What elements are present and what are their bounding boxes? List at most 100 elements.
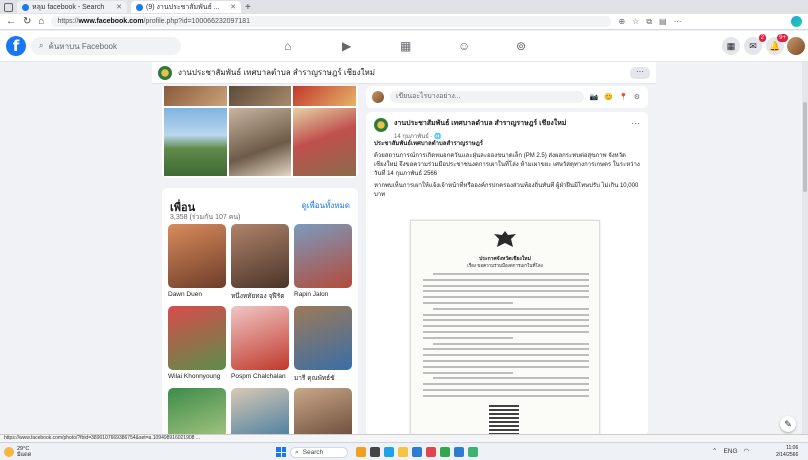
- garuda-emblem-icon: [494, 231, 516, 247]
- word-app-icon[interactable]: [412, 447, 422, 457]
- watch-nav-icon[interactable]: ▶: [342, 39, 351, 53]
- friend-photo[interactable]: [294, 224, 352, 288]
- friend-photo[interactable]: [168, 224, 226, 288]
- edge-copilot-icon[interactable]: [791, 16, 802, 27]
- photo-thumb[interactable]: [293, 86, 356, 106]
- gaming-nav-icon[interactable]: ⊚: [516, 39, 526, 53]
- close-icon[interactable]: ✕: [116, 3, 122, 11]
- back-icon[interactable]: ←: [6, 16, 16, 27]
- photo-thumb[interactable]: [293, 108, 356, 176]
- post-more-button[interactable]: ···: [631, 118, 640, 128]
- search-tab-favicon-icon: [22, 3, 29, 11]
- friends-count: 3,358 (ร่วมกัน 107 คน): [170, 214, 241, 221]
- friend-photo[interactable]: [168, 306, 226, 370]
- marketplace-nav-icon[interactable]: ▦: [400, 39, 411, 53]
- collections-icon[interactable]: ▤: [659, 17, 667, 26]
- windows-taskbar: 29°C มีแดด ⌕ Search ⌃ ENG ◠ 11:06 2/14/2…: [0, 442, 808, 460]
- tab-search[interactable]: หลุม facebook - Search ✕: [17, 1, 127, 13]
- status-bar-url: https://www.facebook.com/photo/?fbid=389…: [0, 434, 808, 442]
- extensions-icon[interactable]: ⧉: [646, 17, 652, 27]
- home-nav-icon[interactable]: ⌂: [284, 39, 291, 53]
- favorites-star-icon[interactable]: ☆: [632, 17, 639, 26]
- account-avatar[interactable]: [787, 37, 805, 55]
- facebook-search-input[interactable]: ⌕ ค้นหาบน Facebook: [31, 37, 181, 55]
- friend-name[interactable]: มารี คุณพัทธ์ชั: [294, 373, 352, 383]
- announcement-document-image[interactable]: ประกาศจังหวัดเชียงใหม่ เรื่อง ขอความร่วม…: [410, 220, 600, 436]
- menu-grid-icon[interactable]: ▦: [722, 37, 740, 55]
- page-title[interactable]: งานประชาสัมพันธ์ เทศบาลตำบล สำราญราษฎร์ …: [178, 66, 375, 79]
- see-all-friends-link[interactable]: ดูเพื่อนทั้งหมด: [302, 199, 350, 212]
- friend-photo[interactable]: [231, 224, 289, 288]
- friend-item[interactable]: มารี คุณพัทธ์ชั: [294, 306, 352, 384]
- photo-thumb[interactable]: [228, 86, 292, 106]
- post-page-name[interactable]: งานประชาสัมพันธ์ เทศบาลตำบล สำราญราษฎร์ …: [394, 118, 566, 129]
- messenger-icon[interactable]: ✉ 2: [744, 34, 766, 55]
- clock[interactable]: 11:06 2/14/2566: [776, 445, 798, 459]
- document-text-line: [423, 290, 589, 293]
- line-app-icon[interactable]: [468, 447, 478, 457]
- friend-photo[interactable]: [294, 388, 352, 438]
- task-view-icon[interactable]: [370, 447, 380, 457]
- app-icon[interactable]: [426, 447, 436, 457]
- friend-name[interactable]: หนึ่งหทัยทอง จุฬีรัต: [231, 291, 289, 301]
- composer-tools-icon[interactable]: 📷 😊 📍 ⚙: [590, 93, 642, 101]
- windows-start-icon[interactable]: [276, 447, 286, 457]
- friend-photo[interactable]: [231, 388, 289, 438]
- tab-profile[interactable]: (9) งานประชาสัมพันธ์ ... ✕: [131, 1, 241, 13]
- notifications-badge: 9+: [777, 34, 788, 42]
- friend-item[interactable]: [168, 388, 226, 438]
- groups-nav-icon[interactable]: ☺: [458, 39, 470, 53]
- post-page-avatar[interactable]: [374, 118, 388, 132]
- excel-app-icon[interactable]: [440, 447, 450, 457]
- friend-photo[interactable]: [168, 388, 226, 438]
- friend-name[interactable]: Dawn Duen: [168, 291, 226, 298]
- photo-thumb[interactable]: [228, 108, 292, 176]
- search-icon: ⌕: [295, 448, 299, 456]
- scrollbar-thumb[interactable]: [803, 102, 807, 192]
- zoom-icon[interactable]: ⊕: [618, 17, 625, 26]
- facebook-logo-icon[interactable]: f: [6, 36, 26, 56]
- friend-name[interactable]: Wilai Khonnyoung: [168, 373, 226, 380]
- friend-item[interactable]: [294, 388, 352, 438]
- friend-name[interactable]: Pospm Chalchalan: [231, 373, 289, 380]
- messenger-badge: 2: [758, 34, 766, 42]
- weather-widget[interactable]: 29°C มีแดด: [4, 446, 31, 458]
- new-tab-icon[interactable]: +: [245, 2, 251, 13]
- browser-tab-bar: หลุม facebook - Search ✕ (9) งานประชาสัม…: [0, 0, 808, 14]
- refresh-icon[interactable]: ↻: [23, 16, 31, 27]
- document-text-line: [423, 354, 589, 357]
- profile-more-button[interactable]: ···: [630, 66, 650, 79]
- friend-item[interactable]: Wilai Khonnyoung: [168, 306, 226, 384]
- document-text-line: [433, 273, 589, 275]
- url-path: /profile.php?id=100066232097181: [143, 18, 251, 25]
- friend-name[interactable]: Rapin Jalon: [294, 291, 352, 298]
- home-icon[interactable]: ⌂: [38, 16, 44, 27]
- friend-item[interactable]: Pospm Chalchalan: [231, 306, 289, 384]
- friend-item[interactable]: Rapin Jalon: [294, 224, 352, 302]
- photo-thumb[interactable]: [164, 108, 227, 176]
- file-explorer-icon[interactable]: [398, 447, 408, 457]
- search-placeholder: ค้นหาบน Facebook: [48, 41, 117, 51]
- friend-photo[interactable]: [231, 306, 289, 370]
- photo-thumb[interactable]: [164, 86, 227, 106]
- close-icon[interactable]: ✕: [230, 3, 236, 11]
- browser-menu-icon[interactable]: ···: [674, 17, 682, 26]
- notifications-bell-icon[interactable]: 🔔 9+: [766, 34, 788, 55]
- taskbar-search[interactable]: ⌕ Search: [290, 447, 348, 458]
- edit-message-button[interactable]: ✎: [780, 416, 796, 432]
- friend-item[interactable]: [231, 388, 289, 438]
- url-field[interactable]: https://www.facebook.com/profile.php?id=…: [51, 16, 612, 27]
- window-menu-icon[interactable]: [4, 2, 13, 12]
- friend-photo[interactable]: [294, 306, 352, 370]
- tray-arrow-icon[interactable]: ⌃: [712, 447, 717, 455]
- friend-item[interactable]: หนึ่งหทัยทอง จุฬีรัต: [231, 224, 289, 302]
- composer-input[interactable]: เขียนอะไรบางอย่าง...: [390, 91, 584, 103]
- widgets-app-icon[interactable]: [356, 447, 366, 457]
- friend-item[interactable]: Dawn Duen: [168, 224, 226, 302]
- page-scrollbar[interactable]: [802, 62, 808, 434]
- wifi-icon[interactable]: ◠: [744, 447, 750, 455]
- edge-app-icon[interactable]: [384, 447, 394, 457]
- language-indicator[interactable]: ENG: [723, 448, 737, 455]
- composer-avatar: [372, 91, 384, 103]
- store-app-icon[interactable]: [454, 447, 464, 457]
